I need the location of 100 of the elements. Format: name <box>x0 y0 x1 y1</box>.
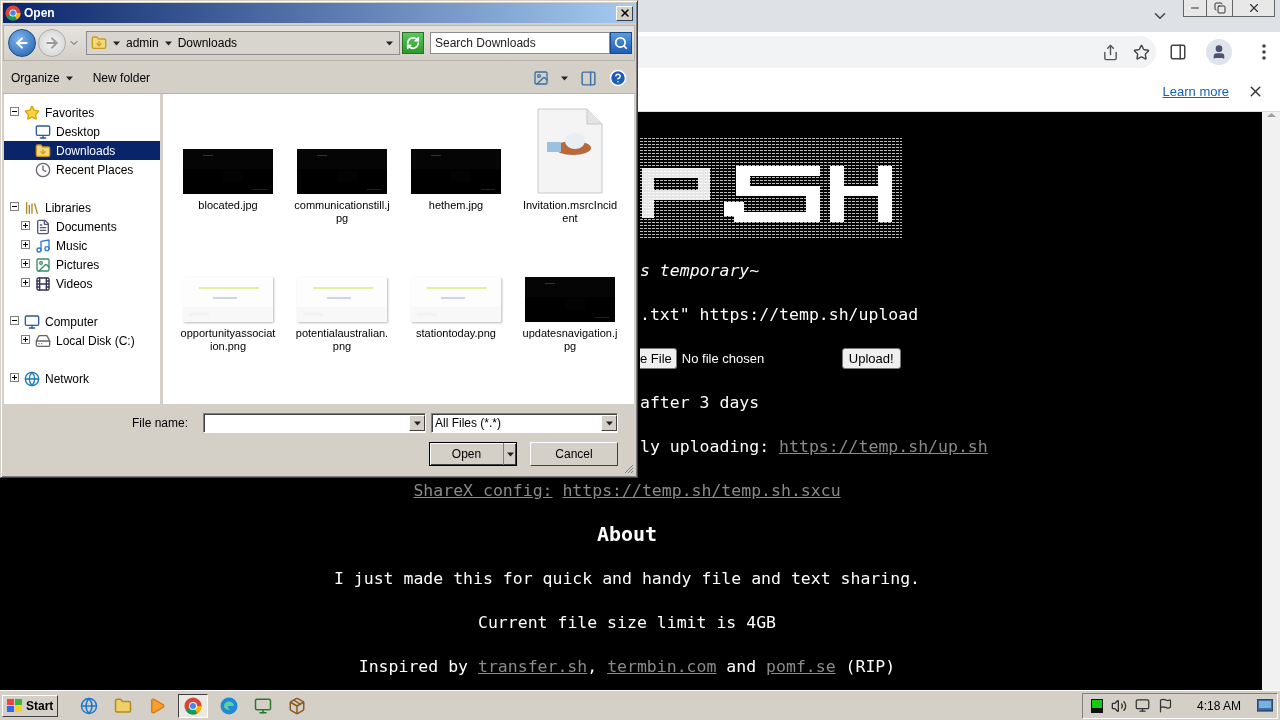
menu-button[interactable]: Organize <box>11 71 73 85</box>
drive-icon <box>35 332 51 349</box>
file-name[interactable]: communicationstill.jpg <box>293 199 391 225</box>
plus-icon <box>22 222 29 229</box>
start-button[interactable]: Start <box>2 694 59 717</box>
tree-item[interactable]: Recent Places <box>4 160 160 179</box>
page-text: ly uploading: https://temp.sh/up.sh <box>640 436 988 456</box>
link[interactable]: ShareX config: <box>413 480 553 500</box>
file-name[interactable]: hethem.jpg <box>407 199 505 212</box>
caret-icon <box>561 74 568 82</box>
link[interactable]: pomf.se <box>766 656 836 676</box>
resize-grip[interactable] <box>624 464 634 474</box>
search-field[interactable]: Search Downloads <box>430 32 610 54</box>
expand-icon[interactable] <box>21 335 30 344</box>
tree-item[interactable]: Computer <box>4 312 160 331</box>
tree-label: Network <box>45 371 89 386</box>
refresh-icon <box>406 36 420 50</box>
link[interactable]: https://temp.sh/temp.sh.sxcu <box>562 480 841 500</box>
tree-label: Local Disk (C:) <box>56 333 135 348</box>
expand-icon[interactable] <box>21 240 30 249</box>
link[interactable]: termbin.com <box>607 656 717 676</box>
tree-item[interactable]: Downloads <box>4 141 160 160</box>
file-name-field[interactable] <box>203 413 426 433</box>
address-field[interactable]: admin Downloads <box>86 31 400 55</box>
collapse-icon[interactable] <box>10 316 19 325</box>
tree-item[interactable]: Favorites <box>4 103 160 122</box>
page-text: s temporary~ <box>640 260 760 280</box>
volume-icon[interactable] <box>1110 697 1127 714</box>
help-icon[interactable] <box>609 69 627 87</box>
tree-label: Music <box>56 238 88 253</box>
file-name[interactable]: Invitation.msrcIncident <box>521 199 619 225</box>
windows-icon <box>7 698 23 713</box>
star-icon[interactable] <box>1133 43 1150 61</box>
expand-icon[interactable] <box>21 221 30 230</box>
close-icon <box>618 7 631 19</box>
link[interactable]: transfer.sh <box>477 656 588 676</box>
preview-pane-icon[interactable] <box>580 69 597 87</box>
profile-button[interactable] <box>1206 39 1232 65</box>
tree-label: Videos <box>56 276 93 291</box>
upload-button[interactable]: Upload! <box>841 347 901 369</box>
caret-icon <box>65 74 73 82</box>
restore-button[interactable] <box>1206 0 1233 17</box>
film-icon <box>35 275 51 292</box>
show-desktop-icon[interactable] <box>1257 698 1273 713</box>
tree-item[interactable]: Videos <box>4 274 160 293</box>
collapse-icon[interactable] <box>10 202 19 211</box>
package-icon <box>288 696 307 715</box>
side-panel-icon <box>1169 43 1187 61</box>
file-name[interactable]: updatesnavigation.jpg <box>521 327 619 353</box>
back-button[interactable] <box>8 29 36 57</box>
plus-icon <box>22 260 29 267</box>
network-icon[interactable] <box>1134 698 1150 713</box>
flag-icon[interactable] <box>1157 698 1173 713</box>
tree-label: Pictures <box>56 257 100 272</box>
search-button[interactable] <box>610 32 632 54</box>
caret-icon <box>113 39 120 47</box>
file-name[interactable]: potentialaustralian.png <box>293 327 391 353</box>
minus-icon <box>11 203 18 210</box>
clock: 4:18 AM <box>1196 698 1241 713</box>
choose-file-button[interactable]: e File <box>640 347 677 369</box>
page-text: Inspired by transfer.sh, termbin.com and pomf.se (RIP) <box>358 656 896 676</box>
play-icon <box>148 696 167 715</box>
learn-more-link[interactable]: Learn more <box>1162 84 1229 99</box>
plus-icon <box>22 241 29 248</box>
heading: About <box>596 522 658 546</box>
close-button[interactable] <box>1232 0 1275 17</box>
toolbar-button[interactable]: New folder <box>92 71 151 85</box>
minimize-button[interactable] <box>1183 0 1207 17</box>
minus-icon <box>11 317 18 324</box>
expand-icon[interactable] <box>21 278 30 287</box>
view-icon[interactable] <box>533 70 549 86</box>
tree-label: Desktop <box>56 124 101 139</box>
tree-item[interactable]: Desktop <box>4 122 160 141</box>
open-button[interactable]: Open <box>429 442 517 466</box>
folder-icon <box>35 142 51 159</box>
tree-item[interactable]: Pictures <box>4 255 160 274</box>
tree-item[interactable]: Libraries <box>4 198 160 217</box>
file-name[interactable]: blocated.jpg <box>179 199 277 212</box>
document-icon <box>537 108 603 194</box>
collapse-icon[interactable] <box>10 107 19 116</box>
file-type-select[interactable]: All Files (*.*) <box>431 413 618 433</box>
tree-label: Libraries <box>45 200 92 215</box>
expand-icon[interactable] <box>21 259 30 268</box>
breadcrumb[interactable]: admin <box>126 36 159 50</box>
image-icon <box>35 256 51 273</box>
tree-item[interactable]: Network <box>4 369 160 388</box>
tree-item[interactable]: Documents <box>4 217 160 236</box>
scrollbar[interactable] <box>1262 112 1280 690</box>
tree-item[interactable]: Music <box>4 236 160 255</box>
caret-icon <box>605 419 613 427</box>
link[interactable]: https://temp.sh/up.sh <box>779 436 988 456</box>
breadcrumb[interactable]: Downloads <box>177 36 238 50</box>
refresh-button[interactable] <box>402 32 424 54</box>
expand-icon[interactable] <box>10 373 19 382</box>
cancel-button[interactable]: Cancel <box>530 442 618 466</box>
file-name[interactable]: stationtoday.png <box>407 327 505 340</box>
tree-item[interactable]: Local Disk (C:) <box>4 331 160 350</box>
taskbar-button[interactable] <box>178 693 209 718</box>
file-name[interactable]: opportunityassociation.png <box>179 327 277 353</box>
share-icon[interactable] <box>1102 43 1119 61</box>
